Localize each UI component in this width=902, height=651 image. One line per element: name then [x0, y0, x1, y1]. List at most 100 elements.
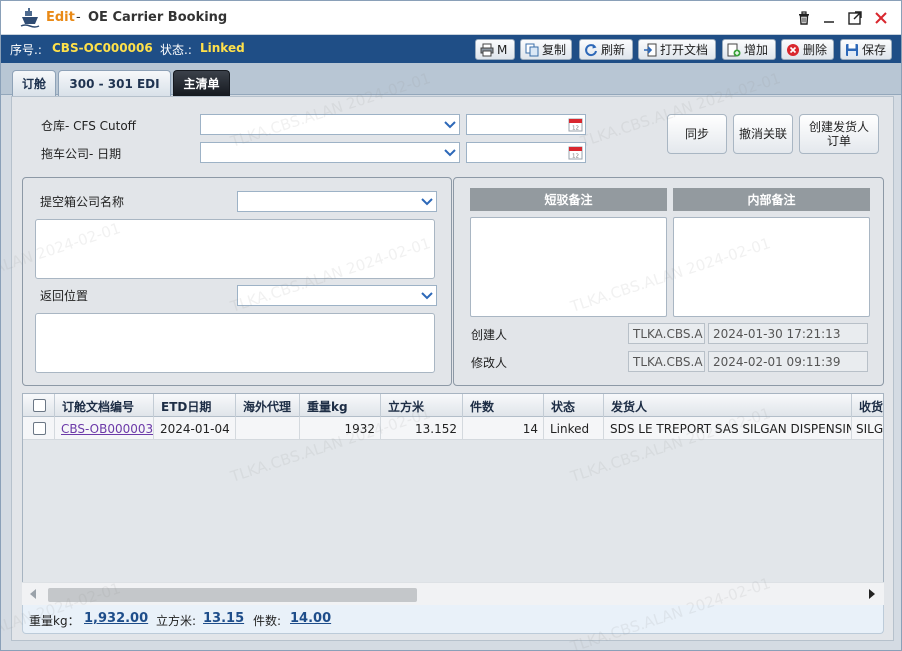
- add-button[interactable]: 增加: [722, 39, 776, 60]
- scroll-left-arrow[interactable]: [30, 589, 36, 599]
- total-pieces-label: 件数:: [253, 614, 282, 628]
- col-weight[interactable]: 重量kg: [300, 394, 381, 417]
- col-shipper[interactable]: 发货人: [604, 394, 852, 417]
- return-location-combo[interactable]: [237, 285, 437, 306]
- warehouse-combo[interactable]: [200, 114, 460, 135]
- oe-carrier-booking-window: Edit - OE Carrier Booking 序号.: CBS-OC000…: [0, 0, 902, 651]
- delete-label: 删除: [803, 43, 828, 57]
- col-status[interactable]: 状态: [544, 394, 604, 417]
- info-bar: 序号.: CBS-OC000006 状态.: Linked M 复制 刷新 打开…: [1, 35, 901, 63]
- svg-text:12: 12: [572, 126, 579, 132]
- unlink-button[interactable]: 撤消关联: [733, 114, 793, 154]
- minimize-icon[interactable]: [821, 10, 837, 26]
- trucking-date[interactable]: 12: [466, 142, 586, 163]
- save-label: 保存: [862, 43, 887, 57]
- internal-remark-textarea[interactable]: [673, 217, 870, 317]
- cell-cbm: 13.152: [381, 417, 463, 440]
- warehouse-label: 仓库- CFS Cutoff: [41, 119, 136, 133]
- scroll-right-arrow[interactable]: [869, 589, 875, 599]
- col-doc-no[interactable]: 订舱文档编号: [55, 394, 154, 417]
- cell-shipper: SDS LE TREPORT SAS SILGAN DISPENSING: [604, 417, 852, 440]
- refresh-icon: [585, 43, 597, 56]
- return-location-label: 返回位置: [40, 289, 89, 303]
- table-row[interactable]: CBS-OB000003 2024-01-04 1932 13.152 14 L…: [23, 417, 884, 440]
- create-shipper-line1: 创建发货人: [808, 120, 869, 134]
- short-remark-header: 短驳备注: [470, 188, 667, 211]
- trucking-label: 拖车公司- 日期: [41, 147, 122, 161]
- chevron-down-icon[interactable]: [441, 116, 458, 133]
- copy-label: 复制: [542, 43, 567, 57]
- maximize-icon[interactable]: [847, 10, 863, 26]
- refresh-label: 刷新: [601, 43, 626, 57]
- short-remark-textarea[interactable]: [470, 217, 667, 317]
- row-select-cell: [23, 417, 55, 440]
- trash-icon[interactable]: [796, 10, 812, 26]
- created-at-field: 2024-01-30 17:21:13: [708, 323, 868, 344]
- cell-etd: 2024-01-04: [154, 417, 236, 440]
- cell-status: Linked: [544, 417, 604, 440]
- doc-no-link[interactable]: CBS-OB000003: [61, 422, 153, 436]
- window-title: OE Carrier Booking: [88, 10, 228, 25]
- cfs-cutoff-date[interactable]: 12: [466, 114, 586, 135]
- scroll-thumb[interactable]: [48, 588, 417, 602]
- print-label: M: [497, 42, 508, 57]
- serial-label: 序号.:: [10, 43, 42, 57]
- select-all-checkbox[interactable]: [33, 399, 46, 412]
- close-icon[interactable]: [873, 10, 889, 26]
- print-button[interactable]: M: [475, 39, 515, 60]
- creator-field: TLKA.CBS.A: [628, 323, 705, 344]
- totals-bar: 重量kg： 1,932.00 立方米: 13.15 件数: 14.00: [22, 605, 884, 634]
- chevron-down-icon[interactable]: [418, 287, 435, 304]
- horizontal-scrollbar[interactable]: [22, 582, 884, 605]
- open-document-label: 打开文档: [660, 43, 709, 57]
- col-cbm[interactable]: 立方米: [381, 394, 463, 417]
- refresh-button[interactable]: 刷新: [579, 39, 633, 60]
- cell-weight: 1932: [300, 417, 381, 440]
- calendar-icon[interactable]: 12: [568, 117, 583, 132]
- tab-master-manifest[interactable]: 主清单: [173, 70, 230, 96]
- chevron-down-icon[interactable]: [418, 193, 435, 210]
- pickup-company-combo[interactable]: [237, 191, 437, 212]
- col-consignee[interactable]: 收货: [852, 394, 883, 417]
- add-label: 增加: [744, 43, 769, 57]
- create-shipper-line2: 订单: [826, 134, 851, 148]
- add-icon: [727, 43, 741, 56]
- calendar-icon[interactable]: 12: [568, 145, 583, 160]
- total-cbm-value[interactable]: 13.15: [203, 611, 244, 626]
- save-button[interactable]: 保存: [840, 39, 892, 60]
- save-icon: [846, 43, 858, 56]
- tab-booking[interactable]: 订舱: [12, 70, 56, 96]
- delete-button[interactable]: 删除: [781, 39, 834, 60]
- svg-text:12: 12: [572, 154, 579, 160]
- pickup-address-textarea[interactable]: [35, 219, 435, 279]
- open-document-button[interactable]: 打开文档: [638, 39, 716, 60]
- cell-agent: [236, 417, 300, 440]
- cell-pieces: 14: [463, 417, 544, 440]
- copy-button[interactable]: 复制: [520, 39, 572, 60]
- return-address-textarea[interactable]: [35, 313, 435, 373]
- tab-edi[interactable]: 300 - 301 EDI: [58, 70, 171, 96]
- ship-icon: [20, 8, 40, 28]
- tab-strip: 订舱 300 - 301 EDI 主清单: [1, 63, 901, 96]
- serial-value: CBS-OC000006: [52, 41, 153, 55]
- total-pieces-value[interactable]: 14.00: [290, 611, 331, 626]
- copy-icon: [525, 43, 539, 56]
- header-select-all: [23, 394, 55, 417]
- create-shipper-order-button[interactable]: 创建发货人 订单: [799, 114, 879, 154]
- title-bar: Edit - OE Carrier Booking: [1, 1, 901, 35]
- open-document-icon: [644, 43, 657, 56]
- sync-button[interactable]: 同步: [667, 114, 727, 154]
- cell-consignee: SILGA: [856, 422, 884, 436]
- chevron-down-icon[interactable]: [441, 144, 458, 161]
- col-agent[interactable]: 海外代理: [236, 394, 300, 417]
- status-value: Linked: [200, 41, 245, 55]
- title-separator: -: [76, 10, 81, 25]
- col-etd[interactable]: ETD日期: [154, 394, 236, 417]
- modified-at-field: 2024-02-01 09:11:39: [708, 351, 868, 372]
- booking-grid: 订舱文档编号 ETD日期 海外代理 重量kg 立方米 件数 状态 发货人 收货 …: [22, 393, 884, 607]
- row-checkbox[interactable]: [33, 422, 46, 435]
- printer-icon: [480, 43, 494, 56]
- col-pieces[interactable]: 件数: [463, 394, 544, 417]
- trucking-combo[interactable]: [200, 142, 460, 163]
- total-weight-value[interactable]: 1,932.00: [84, 611, 148, 626]
